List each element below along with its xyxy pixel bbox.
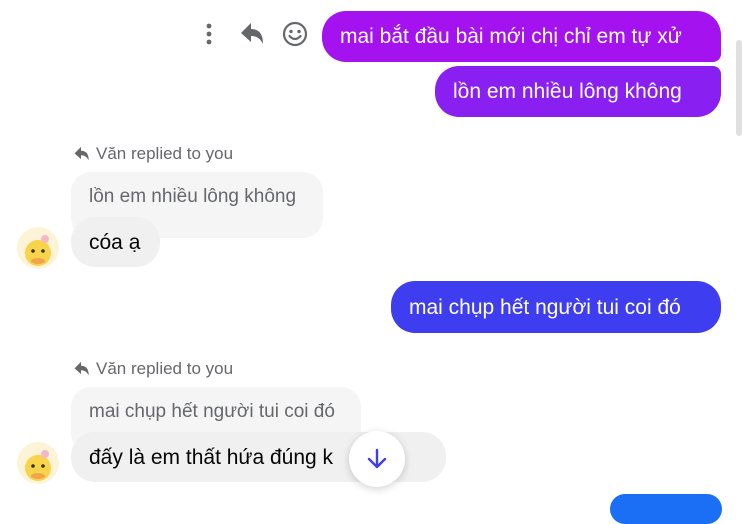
outgoing-message[interactable]: lồn em nhiều lông không xyxy=(435,66,721,117)
quoted-text: lồn em nhiều lông không xyxy=(89,186,297,207)
avatar[interactable] xyxy=(17,227,59,269)
outgoing-message[interactable]: mai bắt đầu bài mới chị chỉ em tự xử xyxy=(322,11,721,62)
more-vertical-icon[interactable] xyxy=(197,20,221,53)
outgoing-message[interactable]: mai chụp hết người tui coi đó xyxy=(391,281,721,333)
message-text: mai chụp hết người tui coi đó xyxy=(409,295,681,319)
reply-icon[interactable] xyxy=(237,20,265,53)
incoming-message[interactable]: cóa ạ xyxy=(71,217,160,267)
duck-avatar xyxy=(25,235,51,266)
reply-icon xyxy=(74,361,89,376)
duck-avatar xyxy=(25,450,51,481)
reply-label-text: Văn replied to you xyxy=(96,144,234,163)
scrollbar[interactable] xyxy=(736,40,742,136)
avatar[interactable] xyxy=(17,442,59,484)
reply-label: Văn replied to you xyxy=(72,144,233,164)
message-text: lồn em nhiều lông không xyxy=(453,80,682,103)
scroll-to-bottom-button[interactable] xyxy=(349,431,405,487)
reply-label-text: Văn replied to you xyxy=(96,359,234,378)
arrow-down-icon xyxy=(367,448,387,469)
quoted-text: mai chụp hết người tui coi đó xyxy=(89,401,335,422)
outgoing-message-partial[interactable] xyxy=(610,494,722,524)
message-text: đấy là em thất hứa đúng k chị xyxy=(89,445,390,469)
message-actions xyxy=(197,20,309,53)
smiley-icon[interactable] xyxy=(281,20,309,53)
reply-label: Văn replied to you xyxy=(72,359,233,379)
message-text: mai bắt đầu bài mới chị chỉ em tự xử xyxy=(340,25,682,48)
reply-icon xyxy=(74,146,89,161)
message-text: cóa ạ xyxy=(89,230,141,254)
